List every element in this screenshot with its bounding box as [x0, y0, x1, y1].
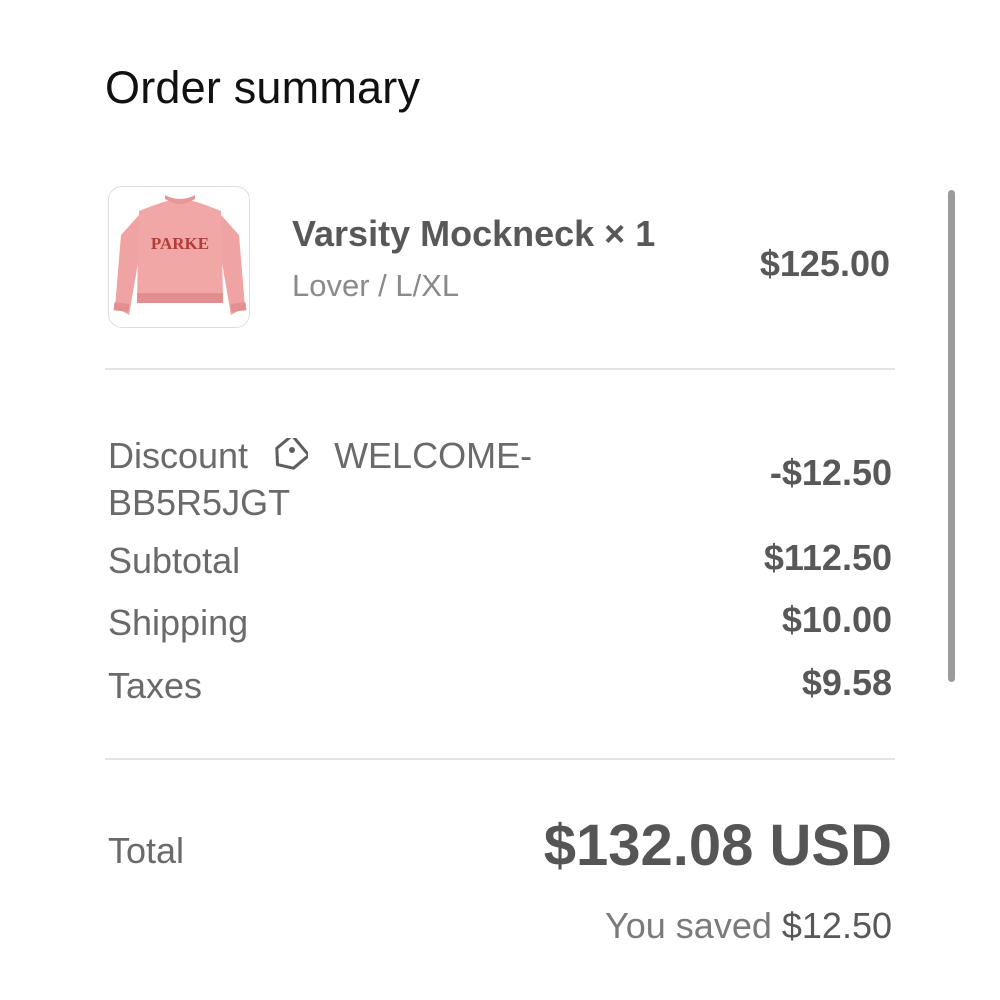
subtotal-label: Subtotal	[108, 540, 241, 581]
product-thumbnail: PARKE	[108, 186, 250, 328]
taxes-value: $9.58	[801, 662, 892, 703]
shipping-value: $10.00	[781, 599, 892, 640]
total-value: $132.08 USD	[543, 813, 892, 878]
savings-note: You saved $12.50	[605, 905, 892, 947]
savings-amount: $12.50	[781, 905, 892, 946]
sweatshirt-icon: PARKE	[113, 195, 247, 315]
thumbnail-lettering: PARKE	[151, 234, 209, 253]
taxes-label: Taxes	[108, 665, 203, 706]
discount-value: -$12.50	[769, 452, 892, 493]
product-variant: Lover / L/XL	[292, 268, 460, 303]
product-price: $125.00	[759, 243, 890, 284]
total-label: Total	[108, 830, 185, 871]
page-title: Order summary	[105, 62, 421, 113]
divider	[105, 758, 895, 760]
savings-prefix: You saved	[605, 905, 772, 946]
shipping-label: Shipping	[108, 602, 249, 643]
scrollbar[interactable]	[948, 190, 955, 682]
discount-label: Discount	[108, 435, 249, 476]
product-name: Varsity Mockneck × 1	[292, 213, 656, 254]
discount-label-group: Discount WELCOME-BB5R5JGT	[108, 433, 588, 524]
subtotal-value: $112.50	[763, 537, 892, 578]
tag-icon	[270, 433, 311, 481]
divider	[105, 368, 895, 370]
